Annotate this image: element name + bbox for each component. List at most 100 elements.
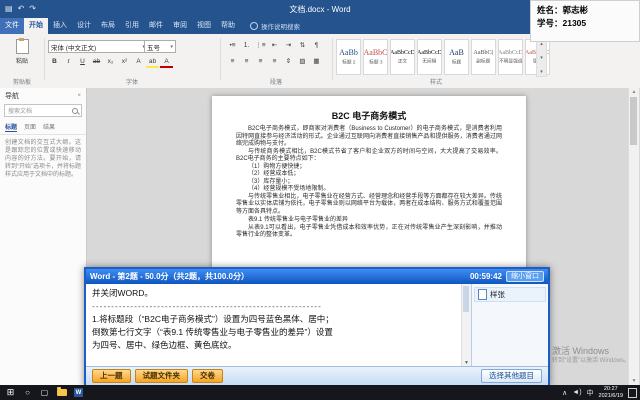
document-paragraph: （3）库存量小；	[236, 179, 502, 187]
search-icon	[250, 22, 258, 30]
font-name-select[interactable]: 宋体 (中文正文) ▾	[48, 40, 148, 53]
style-card[interactable]: AaBbCcD正文	[390, 39, 415, 75]
align-left-icon[interactable]: ≡	[226, 56, 239, 67]
start-icon[interactable]: ⊞	[2, 385, 19, 400]
subscript-icon[interactable]: x₂	[104, 56, 117, 67]
ribbon-tab-插入[interactable]: 插入	[48, 18, 72, 34]
style-name: 副标题	[476, 57, 490, 64]
italic-icon[interactable]: I	[62, 56, 75, 67]
clipboard-group-label: 剪贴板	[0, 77, 44, 86]
text-effects-icon[interactable]: A	[132, 56, 145, 67]
tell-me-search[interactable]: 操作说明搜索	[250, 18, 300, 34]
file-explorer-icon[interactable]	[53, 385, 70, 400]
align-right-icon[interactable]: ≡	[254, 56, 267, 67]
style-card[interactable]: AaBbC(副标题	[471, 39, 496, 75]
multilevel-icon[interactable]: ⋮≡	[254, 40, 267, 51]
nav-tab-结果[interactable]: 结果	[43, 122, 55, 132]
font-size-select[interactable]: 五号 ▾	[144, 40, 176, 53]
exam-text-line: 倒数第七行文字（“表9.1 传统零售业与电子零售业的差异”）设置	[92, 326, 455, 339]
submit-button[interactable]: 交卷	[192, 369, 223, 383]
action-center-icon[interactable]	[628, 388, 637, 398]
style-card[interactable]: AaB标题	[444, 39, 469, 75]
document-icon	[478, 289, 487, 300]
highlight-icon[interactable]: ab	[146, 57, 159, 68]
paste-label: 粘贴	[8, 56, 36, 65]
input-method-indicator[interactable]: 中	[587, 388, 594, 398]
ribbon-tab-邮件[interactable]: 邮件	[144, 18, 168, 34]
ribbon-tab-审阅[interactable]: 审阅	[168, 18, 192, 34]
align-center-icon[interactable]: ≡	[240, 56, 253, 67]
minimize-panel-button[interactable]: 缩小窗口	[506, 271, 544, 282]
paste-button[interactable]: 粘贴	[8, 39, 36, 65]
document-paragraph: 与传统零售业相比，电子零售业在经营方式、经营理念和经营手段等方面都存在较大差异。…	[236, 194, 502, 217]
justify-icon[interactable]: ≡	[268, 56, 281, 67]
clipboard-icon	[16, 39, 29, 54]
numbering-icon[interactable]: ⒈	[240, 40, 253, 51]
navigation-pane: 导航 × 搜索文档 标题页面结果 创建文档的交互式大纲。这是跟踪您的位置或快速移…	[0, 88, 87, 385]
watermark-line1: 激活 Windows	[552, 344, 638, 357]
ribbon-tab-文件[interactable]: 文件	[0, 18, 24, 34]
decrease-indent-icon[interactable]: ⇤	[268, 40, 281, 51]
style-sample: AaBbCcD	[498, 50, 523, 56]
taskbar-clock[interactable]: 20:27 2021/6/19	[599, 386, 623, 399]
ribbon-tab-开始[interactable]: 开始	[24, 18, 48, 34]
search-icon[interactable]: ○	[19, 385, 36, 400]
tray-chevron-icon[interactable]: ∧	[562, 389, 567, 397]
borders-icon[interactable]: ▦	[310, 56, 323, 67]
document-paragraph: （2）经营成本低；	[236, 171, 502, 179]
exam-panel-body: 并关闭WORD。--------------------------------…	[86, 284, 548, 367]
style-name: 无间隔	[422, 57, 436, 64]
bold-icon[interactable]: B	[48, 56, 61, 67]
bullets-icon[interactable]: •≡	[226, 40, 239, 51]
scrollbar-thumb[interactable]	[463, 286, 469, 312]
exam-panel-header[interactable]: Word - 第2题 - 50.0分（共2题，共100.0分） 00:59:42…	[86, 269, 548, 284]
underline-icon[interactable]: U	[76, 56, 89, 67]
scrollbar-thumb[interactable]	[630, 97, 637, 145]
superscript-icon[interactable]: x²	[118, 56, 131, 67]
scroll-down-icon: ▾	[540, 55, 543, 61]
sample-attachment-item[interactable]: 样张	[474, 287, 546, 302]
pilcrow-icon[interactable]: ¶	[310, 40, 323, 51]
style-card[interactable]: AaBbCcD无间隔	[417, 39, 442, 75]
student-info-card: 姓名：郭志彬 学号：21305	[530, 0, 640, 42]
chevron-down-icon: ▾	[170, 44, 173, 50]
exam-text-line: 1.将标题段（“B2C电子商务模式”）设置为四号蓝色黑体、居中；	[92, 313, 455, 326]
increase-indent-icon[interactable]: ⇥	[282, 40, 295, 51]
scroll-down-icon[interactable]: ▼	[629, 378, 639, 384]
close-icon[interactable]: ×	[77, 93, 81, 99]
shading-icon[interactable]: ▨	[296, 56, 309, 67]
nav-tab-页面[interactable]: 页面	[24, 122, 36, 132]
style-sample: AaBbC	[364, 49, 388, 57]
volume-icon[interactable]: ◄)	[572, 389, 581, 396]
task-view-icon[interactable]: ▢	[36, 385, 53, 400]
exam-text-scrollbar[interactable]: ▼	[461, 284, 471, 367]
ribbon-tab-视图[interactable]: 视图	[192, 18, 216, 34]
word-icon[interactable]: W	[70, 385, 87, 400]
ribbon-tab-引用[interactable]: 引用	[120, 18, 144, 34]
ribbon-tab-设计[interactable]: 设计	[72, 18, 96, 34]
ribbon-tab-帮助[interactable]: 帮助	[216, 18, 240, 34]
document-scrollbar[interactable]: ▲ ▼	[628, 88, 639, 385]
previous-question-button[interactable]: 上一题	[92, 369, 131, 383]
document-paragraph: （1）购物方便快捷；	[236, 164, 502, 172]
style-card[interactable]: AaBbC标题 3	[363, 39, 388, 75]
line-spacing-icon[interactable]: ⇕	[282, 56, 295, 67]
select-question-button[interactable]: 选择其他题目	[481, 369, 542, 383]
scroll-up-icon[interactable]: ▲	[629, 89, 639, 95]
nav-tab-标题[interactable]: 标题	[5, 122, 17, 132]
exam-folder-button[interactable]: 试题文件夹	[135, 369, 189, 383]
style-sample: AaBb	[339, 49, 358, 57]
style-sample: AaBbC(	[474, 50, 494, 56]
styles-group-label: 样式	[336, 77, 536, 86]
style-sample: AaBbCcD	[417, 50, 442, 56]
style-gallery-scroll[interactable]: ▴ ▾ ▾	[536, 39, 547, 77]
nav-search-input[interactable]: 搜索文档	[4, 104, 82, 117]
sort-icon[interactable]: ⇅	[296, 40, 309, 51]
nav-pane-title: 导航	[5, 91, 19, 101]
font-color-icon[interactable]: A	[160, 57, 173, 68]
exam-footer: 上一题试题文件夹交卷 选择其他题目	[86, 366, 548, 385]
strikethrough-icon[interactable]: ab	[90, 56, 103, 67]
style-card[interactable]: AaBbCcD不明显强调	[498, 39, 523, 75]
ribbon-tab-布局[interactable]: 布局	[96, 18, 120, 34]
style-card[interactable]: AaBb标题 2	[336, 39, 361, 75]
